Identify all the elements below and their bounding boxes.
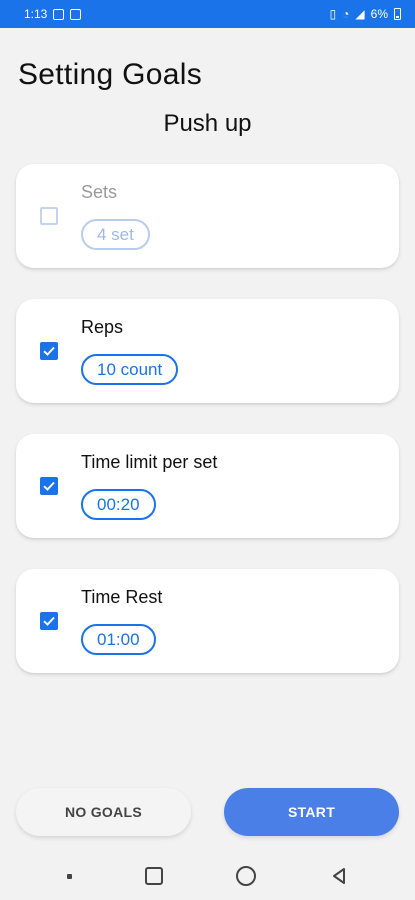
status-right: ▯ ◔ ◢ 6%: [330, 7, 401, 21]
battery-percent: 6%: [370, 7, 388, 21]
time-limit-label: Time limit per set: [81, 452, 218, 472]
no-goals-button[interactable]: NO GOALS: [16, 788, 191, 836]
notification-icon: [70, 8, 82, 20]
vibrate-icon: ▯: [329, 7, 337, 21]
goal-card-sets[interactable]: Sets 4 set: [16, 164, 399, 268]
sets-label: Sets: [81, 182, 118, 202]
goal-card-time-limit[interactable]: Time limit per set 00:20: [16, 434, 399, 538]
status-time: 1:13: [24, 7, 48, 21]
status-left: 1:13: [24, 7, 82, 21]
recent-dot-icon[interactable]: [66, 873, 72, 879]
home-circle-icon[interactable]: [235, 866, 256, 886]
wifi-icon: ◔: [342, 7, 350, 21]
reps-label: Reps: [81, 317, 124, 337]
battery-icon: [394, 8, 401, 20]
sets-value-pill[interactable]: 4 set: [81, 219, 150, 250]
signal-icon: ◢: [355, 7, 365, 21]
time-limit-value-pill[interactable]: 00:20: [81, 489, 156, 520]
home-square-icon[interactable]: [144, 867, 163, 885]
time-rest-value-pill[interactable]: 01:00: [81, 624, 156, 655]
gallery-icon: [53, 8, 65, 20]
check-icon: [43, 481, 55, 491]
time-limit-checkbox[interactable]: [40, 477, 58, 495]
start-button[interactable]: START: [224, 788, 399, 836]
time-rest-checkbox[interactable]: [40, 612, 58, 630]
sets-checkbox[interactable]: [40, 207, 58, 225]
check-icon: [43, 616, 55, 626]
status-bar: 1:13 ▯ ◔ ◢ 6%: [0, 0, 415, 28]
goal-card-reps[interactable]: Reps 10 count: [16, 299, 399, 403]
reps-value-pill[interactable]: 10 count: [81, 354, 179, 385]
reps-checkbox[interactable]: [40, 342, 58, 360]
page-title: Setting Goals: [18, 58, 203, 91]
goal-card-time-rest[interactable]: Time Rest 01:00: [16, 569, 399, 673]
time-rest-label: Time Rest: [81, 587, 163, 607]
system-nav-bar: [0, 852, 415, 900]
exercise-name: Push up: [163, 110, 252, 137]
check-icon: [43, 346, 55, 356]
back-triangle-icon[interactable]: [329, 866, 349, 886]
